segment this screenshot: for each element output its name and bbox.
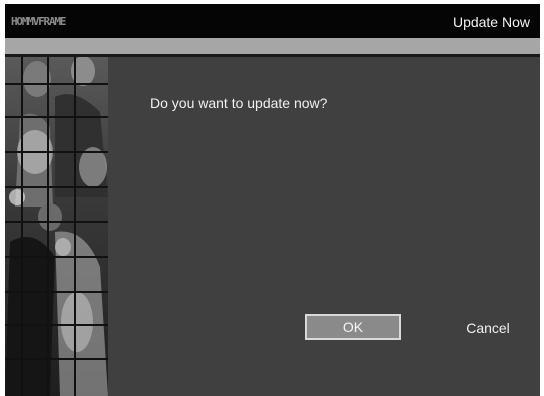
top-bar: HOMMVFRAME Update Now bbox=[5, 4, 540, 38]
screen-title: Update Now bbox=[452, 14, 530, 30]
dialog-message: Do you want to update now? bbox=[150, 95, 328, 111]
wedding-photo-mosaic bbox=[5, 57, 108, 396]
photo-frame-screen: HOMMVFRAME Update Now Do you want to upd… bbox=[5, 4, 540, 396]
dialog-panel: Do you want to update now? OK Cancel bbox=[108, 57, 540, 396]
brand-logo: HOMMVFRAME bbox=[11, 15, 66, 28]
cancel-button[interactable]: Cancel bbox=[448, 317, 528, 339]
ok-button[interactable]: OK bbox=[305, 314, 401, 340]
header-strip bbox=[5, 38, 540, 54]
